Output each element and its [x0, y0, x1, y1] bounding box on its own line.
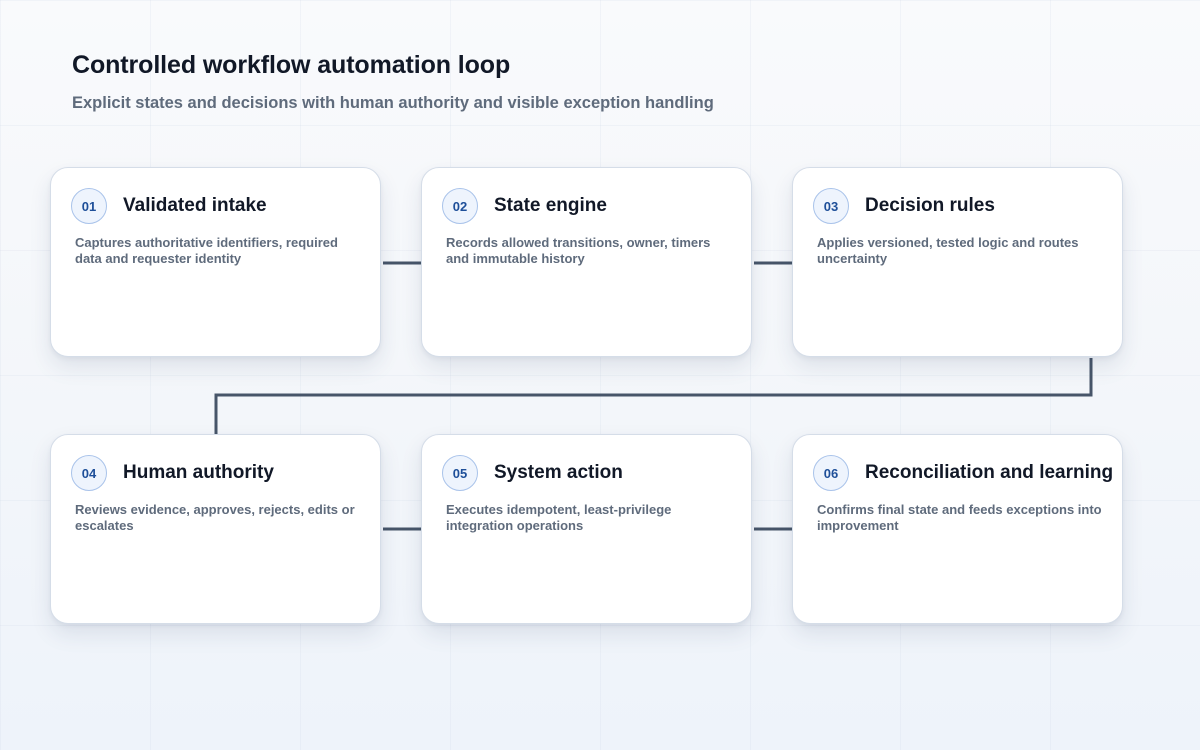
step-number-badge: 06 — [813, 455, 849, 491]
step-title: System action — [494, 462, 623, 483]
step-description: Confirms final state and feeds exception… — [817, 502, 1102, 533]
step-title: Human authority — [123, 462, 274, 483]
step-title: Reconciliation and learning — [865, 462, 1114, 483]
step-card-state-engine: 02 State engine Records allowed transiti… — [421, 167, 752, 357]
step-card-validated-intake: 01 Validated intake Captures authoritati… — [50, 167, 381, 357]
page-subtitle: Explicit states and decisions with human… — [72, 94, 714, 112]
step-number-badge: 05 — [442, 455, 478, 491]
connector-03-04 — [214, 358, 1093, 434]
step-description: Records allowed transitions, owner, time… — [446, 235, 711, 266]
page-title: Controlled workflow automation loop — [72, 51, 511, 79]
step-title: Validated intake — [123, 195, 267, 216]
step-description: Applies versioned, tested logic and rout… — [817, 235, 1079, 266]
step-card-reconciliation-and-learning: 06 Reconciliation and learning Confirms … — [792, 434, 1123, 624]
step-card-system-action: 05 System action Executes idempotent, le… — [421, 434, 752, 624]
step-description: Captures authoritative identifiers, requ… — [75, 235, 338, 266]
step-number-badge: 03 — [813, 188, 849, 224]
step-card-human-authority: 04 Human authority Reviews evidence, app… — [50, 434, 381, 624]
step-number-badge: 01 — [71, 188, 107, 224]
step-title: Decision rules — [865, 195, 995, 216]
step-number-badge: 04 — [71, 455, 107, 491]
step-title: State engine — [494, 195, 607, 216]
step-number-badge: 02 — [442, 188, 478, 224]
step-description: Reviews evidence, approves, rejects, edi… — [75, 502, 355, 533]
step-description: Executes idempotent, least-privilege int… — [446, 502, 672, 533]
step-card-decision-rules: 03 Decision rules Applies versioned, tes… — [792, 167, 1123, 357]
